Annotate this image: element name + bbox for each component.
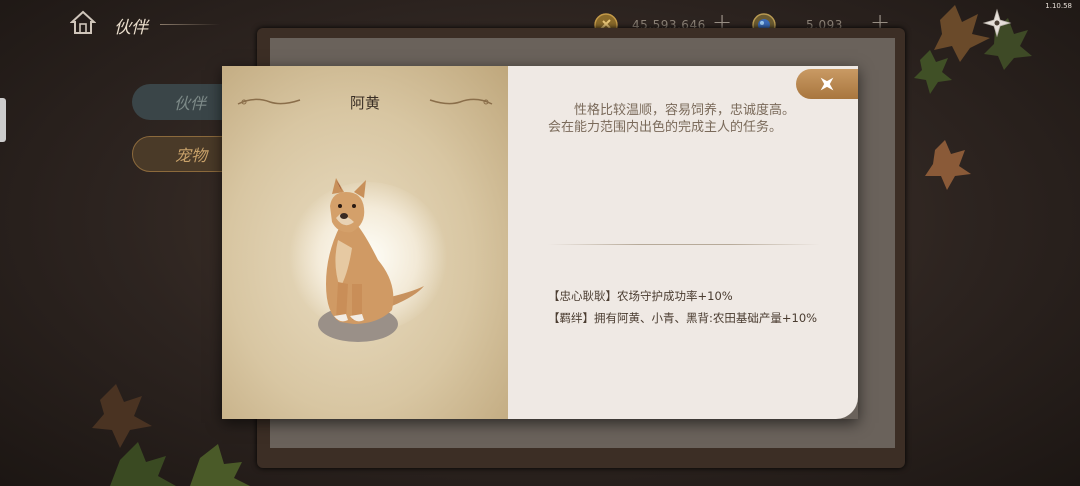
page-title: 伙伴 bbox=[114, 18, 148, 38]
skill-line: 【羁绊】拥有阿黄、小青、黑背:农田基础产量+10% bbox=[548, 311, 818, 325]
pet-info-panel: 性格比较温顺，容易饲养，忠诚度高。 会在能力范围内出色的完成主人的任务。 【忠心… bbox=[508, 66, 858, 419]
leaf-decoration-icon bbox=[925, 140, 971, 190]
version-label: 1.10.58 bbox=[1045, 2, 1072, 10]
description-line-1: 性格比较温顺，容易饲养，忠诚度高。 bbox=[574, 103, 796, 118]
pet-description: 性格比较温顺，容易饲养，忠诚度高。 会在能力范围内出色的完成主人的任务。 bbox=[548, 102, 838, 136]
close-button[interactable] bbox=[796, 69, 858, 99]
skill-line: 【忠心耿耿】农场守护成功率+10% bbox=[548, 289, 733, 303]
left-edge-handle[interactable] bbox=[0, 98, 6, 142]
dog-portrait-icon bbox=[318, 178, 424, 342]
description-line-2: 会在能力范围内出色的完成主人的任务。 bbox=[548, 120, 783, 135]
home-icon[interactable] bbox=[70, 10, 96, 36]
shuriken-menu-icon[interactable] bbox=[982, 8, 1012, 38]
pet-detail-modal: 阿黄 性格比较温顺，容易饲养，忠诚度高。 会在能力范围内出色的完成主人的任务。 … bbox=[222, 66, 858, 419]
close-icon bbox=[820, 77, 834, 91]
section-divider bbox=[548, 244, 820, 245]
right-flourish-icon bbox=[429, 98, 493, 105]
leaf-decoration-icon bbox=[914, 5, 1032, 94]
title-divider bbox=[160, 24, 220, 25]
pet-portrait-panel: 阿黄 bbox=[222, 66, 508, 419]
